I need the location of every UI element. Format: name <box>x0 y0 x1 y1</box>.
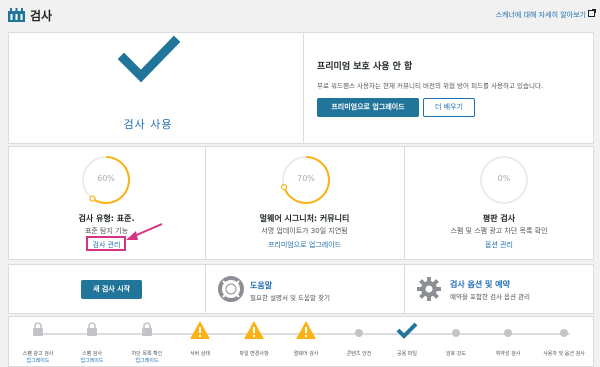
stat-title: 평판 검사 <box>482 214 516 223</box>
help-description: 필요한 설명서 및 도움말 찾기 <box>250 294 331 302</box>
top-bar: 검사 스캐너에 대해 자세히 알아보기 <box>0 0 600 30</box>
gauge-end-dot <box>89 195 96 202</box>
gauge-percent: 60% <box>97 174 115 183</box>
stat-subtitle: 스팸 및 스팸 광고 차단 목록 확인 <box>450 227 548 235</box>
manage-options-link[interactable]: 옵션 관리 <box>404 240 594 250</box>
pending-dot-icon <box>504 329 512 337</box>
step-label: 콘텐츠 안전 <box>346 351 372 357</box>
premium-description: 무료 워드펜스 사용자는 현재 커뮤니티 버전의 위협 방어 피드를 사용하고 … <box>317 82 544 90</box>
start-new-scan-button[interactable]: 새 검사 시작 <box>81 280 142 299</box>
scan-enabled-label: 검사 사용 <box>123 118 173 131</box>
scan-step: 멀웨어 검사 <box>280 318 332 367</box>
page-title: 검사 <box>30 9 53 23</box>
scan-step: 공용 파일 <box>381 318 433 367</box>
pending-dot-icon <box>560 329 568 337</box>
gauge-percent: 0% <box>497 174 511 183</box>
scan-step: 스팸 광고 검사 업그레이드 <box>12 318 64 367</box>
warning-icon <box>296 321 316 339</box>
learn-more-link[interactable]: 스캐너에 대해 자세히 알아보기 <box>496 10 586 20</box>
step-label: 차단 목록 확인 <box>131 351 163 357</box>
stat-title: 검사 유형: 표준. <box>78 214 135 223</box>
scan-step: 암호 강도 <box>430 318 482 367</box>
stat-subtitle: 표준 탐지 기능 <box>84 227 129 235</box>
premium-title: 프리미엄 보호 사용 안 함 <box>317 62 413 72</box>
step-label: 멀웨어 검사 <box>293 351 319 357</box>
step-upgrade-link[interactable]: 업그레이드 <box>12 357 64 364</box>
step-label: 취약성 검사 <box>495 351 521 357</box>
gauge-percent: 70% <box>297 174 315 183</box>
gear-icon <box>417 277 441 301</box>
stat-subtitle: 서명 업데이트가 30일 지연됨 <box>261 227 348 235</box>
scan-step: 콘텐츠 안전 <box>333 318 385 367</box>
scan-step: 차단 목록 확인 업그레이드 <box>121 318 173 367</box>
step-label: 공용 파일 <box>397 351 417 357</box>
scan-options-link[interactable]: 검사 옵션 및 예약 <box>450 279 510 290</box>
learn-more-button[interactable]: 더 배우기 <box>423 98 475 117</box>
scan-step: 스팸 검사 업그레이드 <box>66 318 118 367</box>
step-upgrade-link[interactable]: 업그레이드 <box>66 357 118 364</box>
upgrade-premium-link[interactable]: 프리미엄으로 업그레이드 <box>205 240 404 250</box>
lock-icon <box>87 322 97 336</box>
wordfence-logo-icon <box>8 8 25 22</box>
step-label: 서버 상태 <box>190 351 210 357</box>
step-label: 스팸 광고 검사 <box>22 351 54 357</box>
stat-title: 멀웨어 시그니처: 커뮤니티 <box>259 214 350 223</box>
step-label: 스팸 검사 <box>82 351 102 357</box>
step-upgrade-link[interactable]: 업그레이드 <box>121 357 173 364</box>
pending-dot-icon <box>355 329 363 337</box>
divider <box>205 265 206 313</box>
step-label: 파일 변경사항 <box>239 351 269 357</box>
scan-step: 서버 상태 <box>174 318 226 367</box>
scan-step: 사용자 및 옵션 검사 <box>538 318 590 367</box>
highlight-box <box>86 236 126 251</box>
arrow-annotation-icon <box>126 223 163 240</box>
external-link-icon[interactable] <box>588 9 596 17</box>
help-link[interactable]: 도움말 <box>250 280 272 291</box>
scan-options-description: 예약을 포함한 검사 옵션 관리 <box>450 293 531 301</box>
scan-step: 취약성 검사 <box>482 318 534 367</box>
divider <box>404 265 405 313</box>
upgrade-premium-button[interactable]: 프리미엄으로 업그레이드 <box>317 98 419 117</box>
checkmark-icon <box>118 35 180 83</box>
step-label: 사용자 및 옵션 검사 <box>543 351 585 357</box>
lifebuoy-icon <box>218 276 244 302</box>
pending-dot-icon <box>452 329 460 337</box>
warning-icon <box>244 321 264 339</box>
warning-icon <box>190 321 210 339</box>
divider <box>303 33 304 143</box>
gauge-end-dot <box>281 184 288 191</box>
checkmark-icon <box>396 322 418 339</box>
step-label: 암호 강도 <box>446 351 466 357</box>
scan-step: 파일 변경사항 <box>228 318 280 367</box>
lock-icon <box>33 322 43 336</box>
lock-icon <box>142 322 152 336</box>
